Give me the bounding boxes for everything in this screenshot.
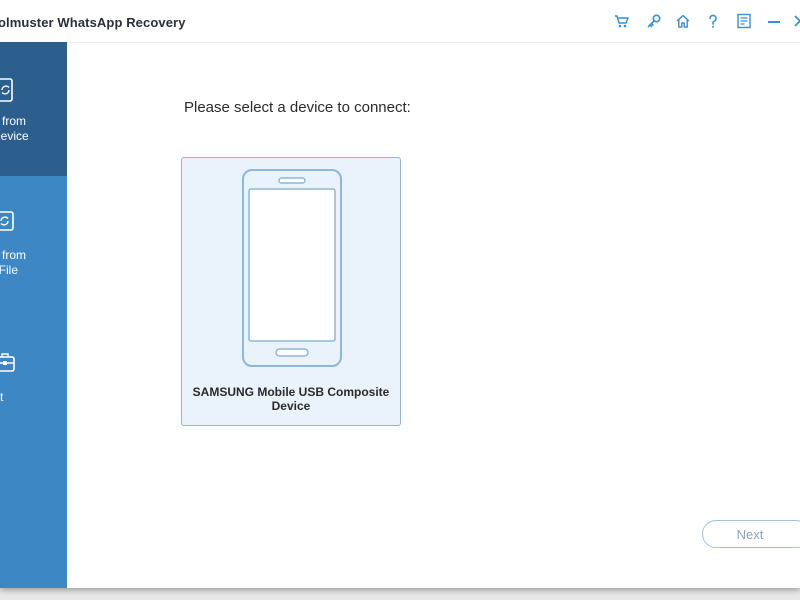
device-name-line: Device xyxy=(271,399,311,413)
sidebar: ver from d Device ver from up File olkit xyxy=(0,42,67,588)
cart-icon[interactable] xyxy=(613,12,631,30)
device-name-line: SAMSUNG Mobile USB Composite xyxy=(192,385,390,399)
sidebar-item-label: ver from xyxy=(0,248,27,262)
connect-prompt: Please select a device to connect: xyxy=(184,99,411,116)
next-button[interactable]: Next xyxy=(702,520,800,548)
backup-recover-icon xyxy=(0,211,14,231)
toolkit-icon xyxy=(0,353,15,372)
phone-icon xyxy=(242,169,342,367)
app-title: olmuster WhatsApp Recovery xyxy=(0,15,186,30)
feedback-icon[interactable] xyxy=(735,12,753,30)
sidebar-item-recover-from-device[interactable]: ver from d Device xyxy=(0,42,67,176)
device-recover-icon xyxy=(0,78,13,102)
help-icon[interactable] xyxy=(704,12,722,30)
next-button-label: Next xyxy=(736,526,764,542)
device-card[interactable]: SAMSUNG Mobile USB Composite Device xyxy=(181,157,401,426)
sidebar-item-recover-from-backup[interactable]: ver from up File xyxy=(0,176,67,306)
close-icon[interactable] xyxy=(791,12,800,30)
sidebar-item-label: up File xyxy=(0,263,19,277)
key-icon[interactable] xyxy=(645,12,663,30)
minimize-icon[interactable] xyxy=(765,12,783,30)
sidebar-item-toolkit[interactable]: olkit xyxy=(0,306,67,426)
sidebar-item-label: d Device xyxy=(0,129,29,143)
home-icon[interactable] xyxy=(674,12,692,30)
title-bar: olmuster WhatsApp Recovery xyxy=(0,0,800,43)
sidebar-item-label: ver from xyxy=(0,114,27,128)
app-window: olmuster WhatsApp Recovery from evice fr… xyxy=(0,0,800,588)
sidebar-item-label: olkit xyxy=(0,390,4,404)
device-name: SAMSUNG Mobile USB Composite Device xyxy=(182,385,400,413)
